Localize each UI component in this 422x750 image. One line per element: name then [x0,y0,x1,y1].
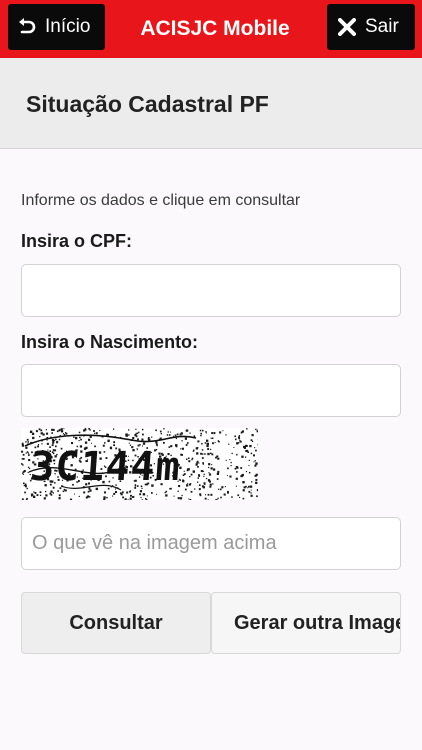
captcha-image: 3C144m [21,428,260,502]
exit-button[interactable]: Sair [327,4,415,50]
birth-date-label: Insira o Nascimento: [21,332,199,352]
birth-date-input[interactable] [21,364,401,417]
close-icon [338,18,356,36]
instructions-text: Informe os dados e clique em consultar [21,192,301,209]
page-header: Situação Cadastral PF [0,58,422,149]
cpf-input[interactable] [21,264,401,317]
captcha-input[interactable] [21,517,401,570]
captcha-text: 3C144m [29,444,183,490]
undo-arrow-icon [18,18,36,36]
page-title: Situação Cadastral PF [26,91,269,117]
cpf-label: Insira o CPF: [21,231,133,251]
submit-button[interactable]: Consultar [21,592,211,654]
home-button-label: Início [45,16,91,37]
app-title: ACISJC Mobile [140,17,290,40]
home-button[interactable]: Início [8,4,105,50]
regenerate-captcha-button[interactable]: Gerar outra Imagem [211,592,401,654]
top-bar: Início ACISJC Mobile Sair [0,0,422,58]
exit-button-label: Sair [365,16,399,37]
